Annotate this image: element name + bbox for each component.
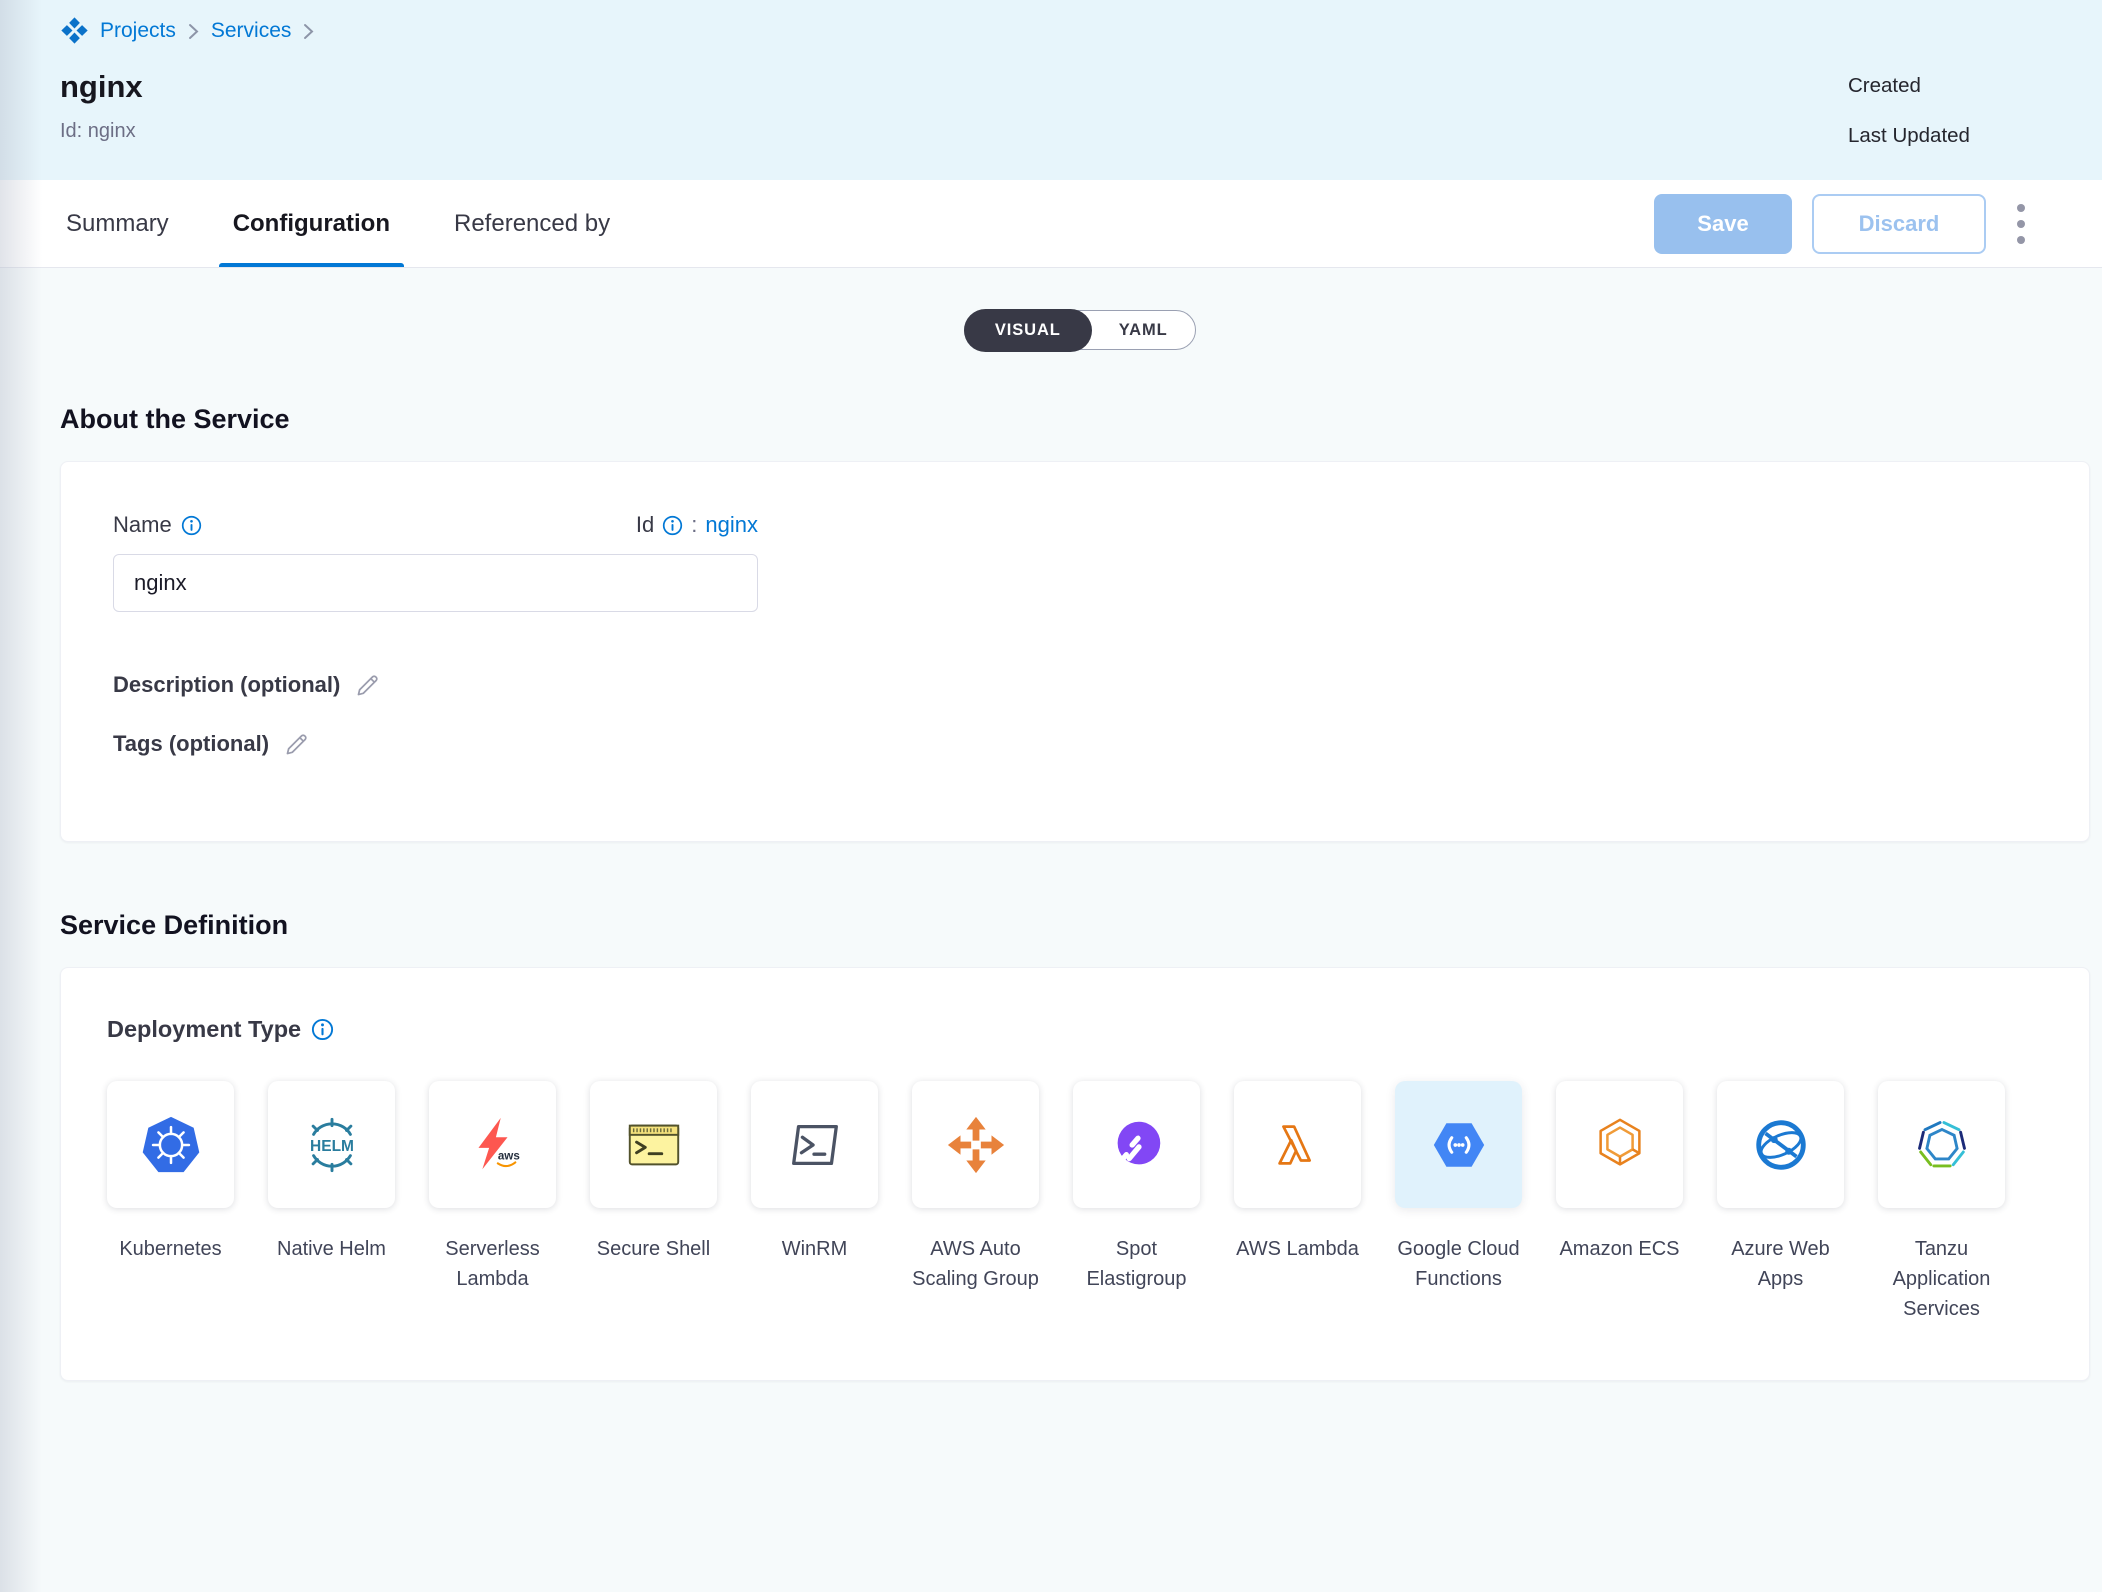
deployment-type-item: Spot Elastigroup — [1073, 1081, 1200, 1294]
edit-icon[interactable] — [355, 672, 381, 698]
tab-actions: Save Discard — [1654, 180, 2032, 267]
page-title: nginx — [60, 69, 2102, 105]
tags-label: Tags (optional) — [113, 731, 269, 757]
created-label: Created — [1848, 74, 1970, 98]
deployment-type-item: AWS Lambda — [1234, 1081, 1361, 1264]
amazon-ecs-icon — [1589, 1114, 1651, 1176]
service-definition-heading: Service Definition — [60, 910, 2102, 941]
deployment-type-item: WinRM — [751, 1081, 878, 1264]
tab-bar: Summary Configuration Referenced by Save… — [0, 180, 2102, 268]
deployment-type-serverless-lambda[interactable]: aws — [429, 1081, 556, 1208]
tanzu-icon — [1911, 1114, 1973, 1176]
view-toggle-wrap: VISUAL YAML — [0, 268, 2102, 350]
breadcrumb-projects[interactable]: Projects — [100, 19, 176, 43]
id-colon: : — [691, 512, 697, 538]
deployment-type-native-helm[interactable]: HELM — [268, 1081, 395, 1208]
breadcrumb: Projects Services — [60, 16, 2102, 45]
edit-icon[interactable] — [284, 731, 310, 757]
native-helm-icon: HELM — [301, 1114, 363, 1176]
discard-button[interactable]: Discard — [1812, 194, 1986, 254]
tabs: Summary Configuration Referenced by — [60, 180, 616, 267]
info-icon[interactable] — [662, 515, 683, 536]
description-label: Description (optional) — [113, 672, 340, 698]
deployment-type-kubernetes[interactable] — [107, 1081, 234, 1208]
deployment-type-item: Azure Web Apps — [1717, 1081, 1844, 1294]
deployment-type-item: Tanzu Application Services — [1878, 1081, 2005, 1324]
deployment-type-item: Kubernetes — [107, 1081, 234, 1264]
name-label-wrap: Name — [113, 512, 202, 538]
service-name-input[interactable] — [113, 554, 758, 612]
about-service-heading: About the Service — [60, 404, 2102, 435]
header-meta: Created Last Updated — [1848, 74, 1970, 174]
tab-summary[interactable]: Summary — [60, 180, 175, 267]
toggle-visual[interactable]: VISUAL — [964, 309, 1092, 352]
projects-logo-icon[interactable] — [60, 16, 89, 45]
deployment-type-label-wrap: Deployment Type — [107, 1016, 2089, 1043]
deployment-type-winrm[interactable] — [751, 1081, 878, 1208]
aws-lambda-icon — [1267, 1114, 1329, 1176]
deployment-type-aws-lambda[interactable] — [1234, 1081, 1361, 1208]
tags-row: Tags (optional) — [113, 731, 2089, 757]
deployment-type-spot-elastigroup[interactable] — [1073, 1081, 1200, 1208]
description-row: Description (optional) — [113, 672, 2089, 698]
serverless-lambda-icon: aws — [462, 1114, 524, 1176]
more-options-icon[interactable] — [2010, 198, 2032, 250]
info-icon[interactable] — [181, 515, 202, 536]
deployment-type-grid: Kubernetes HELM Native Helm aws Serverle… — [107, 1081, 2089, 1324]
about-service-card: Name Id : nginx Description (optional) — [60, 461, 2090, 842]
breadcrumb-services[interactable]: Services — [211, 19, 292, 43]
deployment-type-google-cloud-functions[interactable] — [1395, 1081, 1522, 1208]
deployment-type-item: Secure Shell — [590, 1081, 717, 1264]
kubernetes-icon — [140, 1114, 202, 1176]
spot-elastigroup-icon — [1106, 1114, 1168, 1176]
deployment-type-aws-auto-scaling[interactable] — [912, 1081, 1039, 1208]
deployment-type-azure-web-apps[interactable] — [1717, 1081, 1844, 1208]
deployment-type-item: HELM Native Helm — [268, 1081, 395, 1264]
name-row: Name Id : nginx — [113, 512, 758, 538]
page-header: Projects Services nginx Id: nginx Create… — [0, 0, 2102, 180]
deployment-type-item: AWS Auto Scaling Group — [912, 1081, 1039, 1294]
main-content: VISUAL YAML About the Service Name Id : … — [0, 268, 2102, 1381]
deployment-type-amazon-ecs[interactable] — [1556, 1081, 1683, 1208]
name-label: Name — [113, 512, 172, 538]
deployment-type-tanzu[interactable] — [1878, 1081, 2005, 1208]
aws-auto-scaling-icon — [945, 1114, 1007, 1176]
secure-shell-icon — [623, 1114, 685, 1176]
deployment-type-item: aws Serverless Lambda — [429, 1081, 556, 1294]
info-icon[interactable] — [311, 1018, 334, 1041]
deployment-type-item: Amazon ECS — [1556, 1081, 1683, 1264]
deployment-type-item: Google Cloud Functions — [1395, 1081, 1522, 1294]
tab-configuration[interactable]: Configuration — [227, 180, 396, 267]
deployment-type-label: Deployment Type — [107, 1016, 301, 1043]
id-label: Id — [636, 512, 654, 538]
visual-yaml-toggle: VISUAL YAML — [964, 310, 1195, 350]
google-cloud-functions-icon — [1428, 1114, 1490, 1176]
winrm-icon — [784, 1114, 846, 1176]
svg-text:aws: aws — [497, 1149, 519, 1162]
azure-web-apps-icon — [1750, 1114, 1812, 1176]
service-definition-card: Deployment Type Kubernetes HELM — [60, 967, 2090, 1381]
id-chip: Id : nginx — [636, 512, 758, 538]
id-value-link[interactable]: nginx — [705, 512, 758, 538]
deployment-type-secure-shell[interactable] — [590, 1081, 717, 1208]
svg-text:HELM: HELM — [310, 1137, 354, 1154]
chevron-right-icon — [302, 22, 315, 41]
last-updated-label: Last Updated — [1848, 124, 1970, 148]
service-id-line: Id: nginx — [60, 120, 2102, 143]
toggle-yaml[interactable]: YAML — [1092, 310, 1195, 350]
chevron-right-icon — [187, 22, 200, 41]
save-button[interactable]: Save — [1654, 194, 1792, 254]
tab-referenced-by[interactable]: Referenced by — [448, 180, 616, 267]
